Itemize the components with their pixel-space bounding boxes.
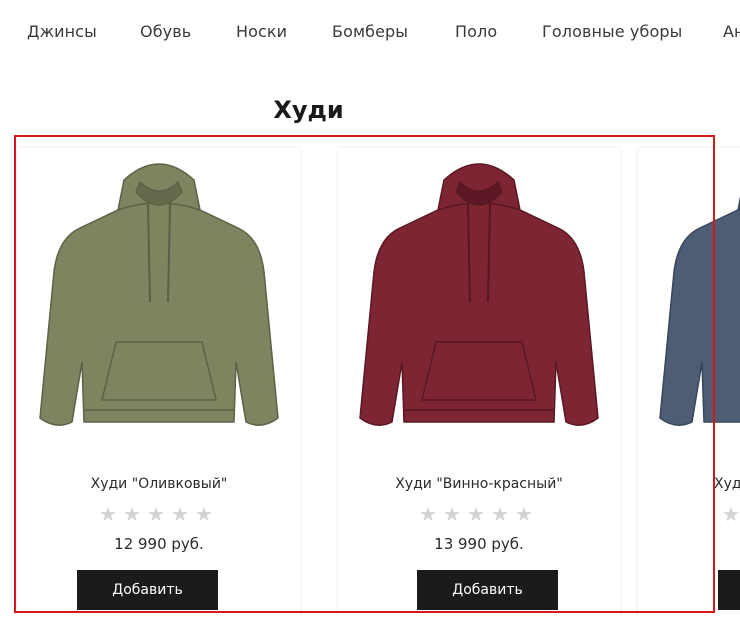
product-image[interactable] xyxy=(344,152,614,444)
nav-item-polo[interactable]: Поло xyxy=(455,22,497,41)
page-title: Худи xyxy=(273,96,344,124)
add-to-cart-button[interactable] xyxy=(718,570,740,610)
product-card[interactable]: Худи "Оливковый" ★★★★★ 12 990 руб. Добав… xyxy=(18,148,300,616)
product-name[interactable]: Худи "Оливковый" xyxy=(18,476,300,492)
nav-item-headwear[interactable]: Головные уборы xyxy=(542,22,682,41)
rating-stars[interactable]: ★★★★★ xyxy=(338,502,620,526)
category-nav: Джинсы Обувь Носки Бомберы Поло Головные… xyxy=(0,0,740,66)
product-carousel: Худи "Оливковый" ★★★★★ 12 990 руб. Добав… xyxy=(0,146,740,616)
product-price: 12 990 руб. xyxy=(114,535,204,553)
nav-item-truncated[interactable]: Ан xyxy=(723,22,740,41)
hoodie-image-blue xyxy=(659,196,740,426)
product-image[interactable] xyxy=(24,152,294,444)
nav-item-socks[interactable]: Носки xyxy=(236,22,287,41)
nav-item-jeans[interactable]: Джинсы xyxy=(27,22,97,41)
product-name[interactable]: Худ xyxy=(714,476,740,492)
nav-item-bombers[interactable]: Бомберы xyxy=(332,22,408,41)
product-price: 13 990 руб. xyxy=(434,535,524,553)
hoodie-image-olive xyxy=(39,163,279,426)
product-card[interactable]: Худ ★ xyxy=(638,148,740,616)
add-to-cart-button[interactable]: Добавить xyxy=(77,570,218,610)
product-name[interactable]: Худи "Винно-красный" xyxy=(338,476,620,492)
hoodie-image-wine-red xyxy=(359,163,599,426)
product-image[interactable] xyxy=(644,152,740,444)
product-card[interactable]: Худи "Винно-красный" ★★★★★ 13 990 руб. Д… xyxy=(338,148,620,616)
nav-item-shoes[interactable]: Обувь xyxy=(140,22,191,41)
rating-stars[interactable]: ★ xyxy=(722,502,740,526)
add-to-cart-button[interactable]: Добавить xyxy=(417,570,558,610)
rating-stars[interactable]: ★★★★★ xyxy=(18,502,300,526)
